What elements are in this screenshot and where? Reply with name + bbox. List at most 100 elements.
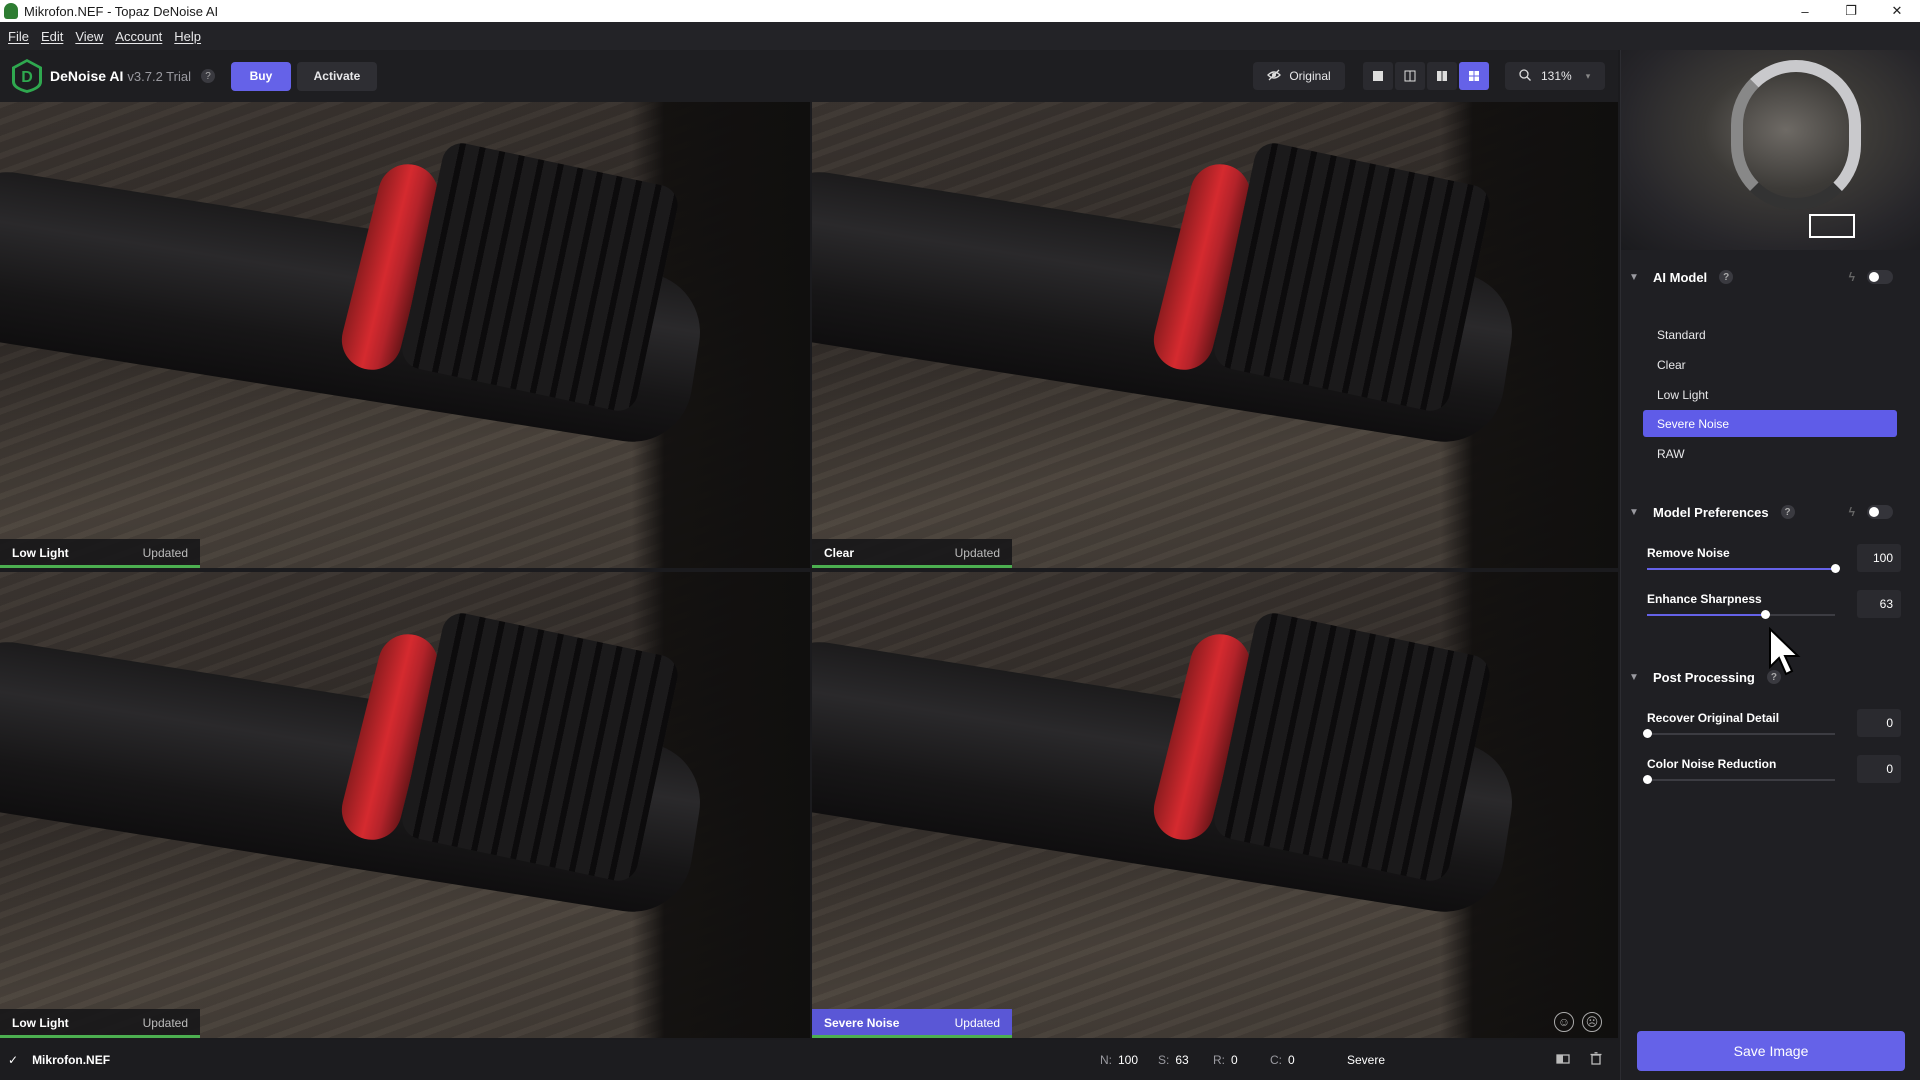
- pane-progress-bar: [812, 565, 1012, 568]
- slider-value-input[interactable]: 0: [1857, 755, 1901, 783]
- menu-bar: File Edit View Account Help: [0, 22, 1920, 50]
- preview-pane-bottom-right[interactable]: Severe Noise Updated ☺ ☹: [812, 572, 1618, 1038]
- pane-status: Updated: [954, 545, 1000, 560]
- pane-label: Clear Updated: [812, 539, 1012, 566]
- eye-off-icon: [1267, 69, 1282, 84]
- svg-text:D: D: [21, 69, 33, 86]
- model-preferences-toggle[interactable]: [1867, 505, 1893, 519]
- stat-value: 0: [1288, 1053, 1295, 1067]
- stat-key: R:: [1213, 1053, 1225, 1067]
- activate-button[interactable]: Activate: [296, 61, 377, 91]
- toolbar: D DeNoise AI v3.7.2 Trial ? Buy Activate…: [0, 50, 1618, 102]
- file-name: Mikrofon.NEF: [32, 1053, 111, 1067]
- title-bar: Mikrofon.NEF - Topaz DeNoise AI – ❐ ✕: [0, 0, 1920, 22]
- slider-thumb[interactable]: [1761, 610, 1771, 619]
- pane-status: Updated: [954, 1015, 1000, 1030]
- settings-panel: ▼ AI Model ? ϟ Standard Clear Low Light …: [1620, 50, 1920, 1080]
- minimize-button[interactable]: –: [1782, 0, 1828, 22]
- stat-value: 100: [1118, 1053, 1139, 1067]
- help-icon[interactable]: ?: [1719, 270, 1734, 284]
- window-controls: – ❐ ✕: [1782, 0, 1920, 22]
- slider-thumb[interactable]: [1831, 564, 1840, 573]
- model-option-raw[interactable]: RAW: [1643, 440, 1897, 467]
- zoom-value: 131%: [1541, 69, 1572, 83]
- pane-model-name: Severe Noise: [824, 1015, 900, 1030]
- pane-progress-bar: [0, 1035, 200, 1038]
- pane-label-selected: Severe Noise Updated: [812, 1009, 1012, 1036]
- pane-label: Low Light Updated: [0, 1009, 200, 1036]
- like-smiley-icon[interactable]: ☺: [1554, 1012, 1574, 1032]
- pane-model-name: Low Light: [12, 1015, 69, 1030]
- view-mode-group: [1363, 62, 1489, 90]
- single-view-button[interactable]: [1363, 62, 1393, 90]
- recover-original-detail-slider: Recover Original Detail 0: [1643, 709, 1901, 749]
- lightning-icon: ϟ: [1848, 270, 1855, 284]
- single-view-icon: [1373, 71, 1383, 81]
- neutral-smiley-icon[interactable]: ☹: [1582, 1012, 1602, 1032]
- preview-pane-bottom-left[interactable]: Low Light Updated: [0, 572, 810, 1038]
- pane-label: Low Light Updated: [0, 539, 200, 566]
- slider-label: Color Noise Reduction: [1647, 757, 1777, 771]
- menu-view[interactable]: View: [69, 29, 109, 44]
- model-preferences-section-header[interactable]: ▼ Model Preferences ? ϟ: [1621, 499, 1920, 525]
- slider-thumb[interactable]: [1643, 775, 1652, 784]
- help-icon[interactable]: ?: [1780, 505, 1795, 519]
- trash-icon[interactable]: [1590, 1052, 1602, 1068]
- denoise-logo-icon: D: [10, 58, 44, 94]
- slider-thumb[interactable]: [1643, 729, 1652, 738]
- close-button[interactable]: ✕: [1874, 0, 1920, 22]
- comparison-view-button[interactable]: [1459, 62, 1489, 90]
- chevron-down-icon: ▼: [1629, 271, 1639, 283]
- slider-value-input[interactable]: 100: [1857, 544, 1901, 572]
- stat-key: C:: [1270, 1053, 1282, 1067]
- chevron-down-icon: ▾: [1585, 70, 1591, 81]
- save-image-button[interactable]: Save Image: [1637, 1031, 1905, 1071]
- pane-status: Updated: [142, 545, 188, 560]
- menu-edit[interactable]: Edit: [35, 29, 69, 44]
- chevron-down-icon: ▼: [1629, 671, 1639, 683]
- menu-file[interactable]: File: [2, 29, 35, 44]
- model-option-clear[interactable]: Clear: [1643, 351, 1897, 378]
- model-option-standard[interactable]: Standard: [1643, 321, 1897, 348]
- model-option-low-light[interactable]: Low Light: [1643, 381, 1897, 408]
- pane-model-name: Low Light: [12, 545, 69, 560]
- preview-pane-top-left[interactable]: Low Light Updated: [0, 102, 810, 568]
- menu-help[interactable]: Help: [168, 29, 207, 44]
- mode-value: Severe: [1347, 1053, 1386, 1067]
- buy-button[interactable]: Buy: [230, 61, 291, 91]
- navigator-viewport-box[interactable]: [1809, 214, 1855, 238]
- slider-track[interactable]: [1643, 729, 1835, 738]
- pane-status: Updated: [142, 1015, 188, 1030]
- slider-track[interactable]: [1647, 610, 1835, 619]
- zoom-dropdown[interactable]: 131% ▾: [1505, 62, 1605, 90]
- ai-model-section-header[interactable]: ▼ AI Model ? ϟ: [1621, 264, 1920, 290]
- split-view-icon: [1404, 70, 1416, 82]
- enhance-sharpness-slider: Enhance Sharpness 63: [1647, 590, 1901, 630]
- ai-model-toggle[interactable]: [1867, 270, 1893, 284]
- split-view-button[interactable]: [1395, 62, 1425, 90]
- original-toggle-button[interactable]: Original: [1253, 62, 1345, 90]
- slider-label: Recover Original Detail: [1647, 711, 1780, 725]
- slider-value-input[interactable]: 63: [1857, 590, 1901, 618]
- color-noise-reduction-slider: Color Noise Reduction 0: [1643, 755, 1901, 795]
- stat-value: 63: [1175, 1053, 1189, 1067]
- slider-track[interactable]: [1643, 775, 1835, 784]
- menu-account[interactable]: Account: [109, 29, 168, 44]
- model-option-severe-noise[interactable]: Severe Noise: [1643, 410, 1897, 437]
- original-label: Original: [1289, 69, 1331, 83]
- slider-label: Remove Noise: [1647, 546, 1730, 560]
- remove-noise-slider: Remove Noise 100: [1647, 544, 1901, 584]
- restore-button[interactable]: ❐: [1828, 0, 1874, 22]
- pane-model-name: Clear: [824, 545, 855, 560]
- compare-icon[interactable]: [1556, 1053, 1570, 1068]
- side-by-side-view-button[interactable]: [1427, 62, 1457, 90]
- navigator-thumbnail[interactable]: [1621, 50, 1920, 250]
- preview-pane-top-right[interactable]: Clear Updated: [812, 102, 1618, 568]
- slider-track[interactable]: [1647, 564, 1840, 573]
- slider-value-input[interactable]: 0: [1857, 709, 1901, 737]
- help-icon[interactable]: ?: [200, 69, 215, 83]
- app-logo-icon: [4, 3, 18, 19]
- pane-progress-bar: [812, 1035, 1012, 1038]
- section-title: AI Model: [1653, 269, 1708, 285]
- status-bar: ✓ Mikrofon.NEF N: 100 S: 63 R: 0 C: 0 Severe: [0, 1040, 1620, 1080]
